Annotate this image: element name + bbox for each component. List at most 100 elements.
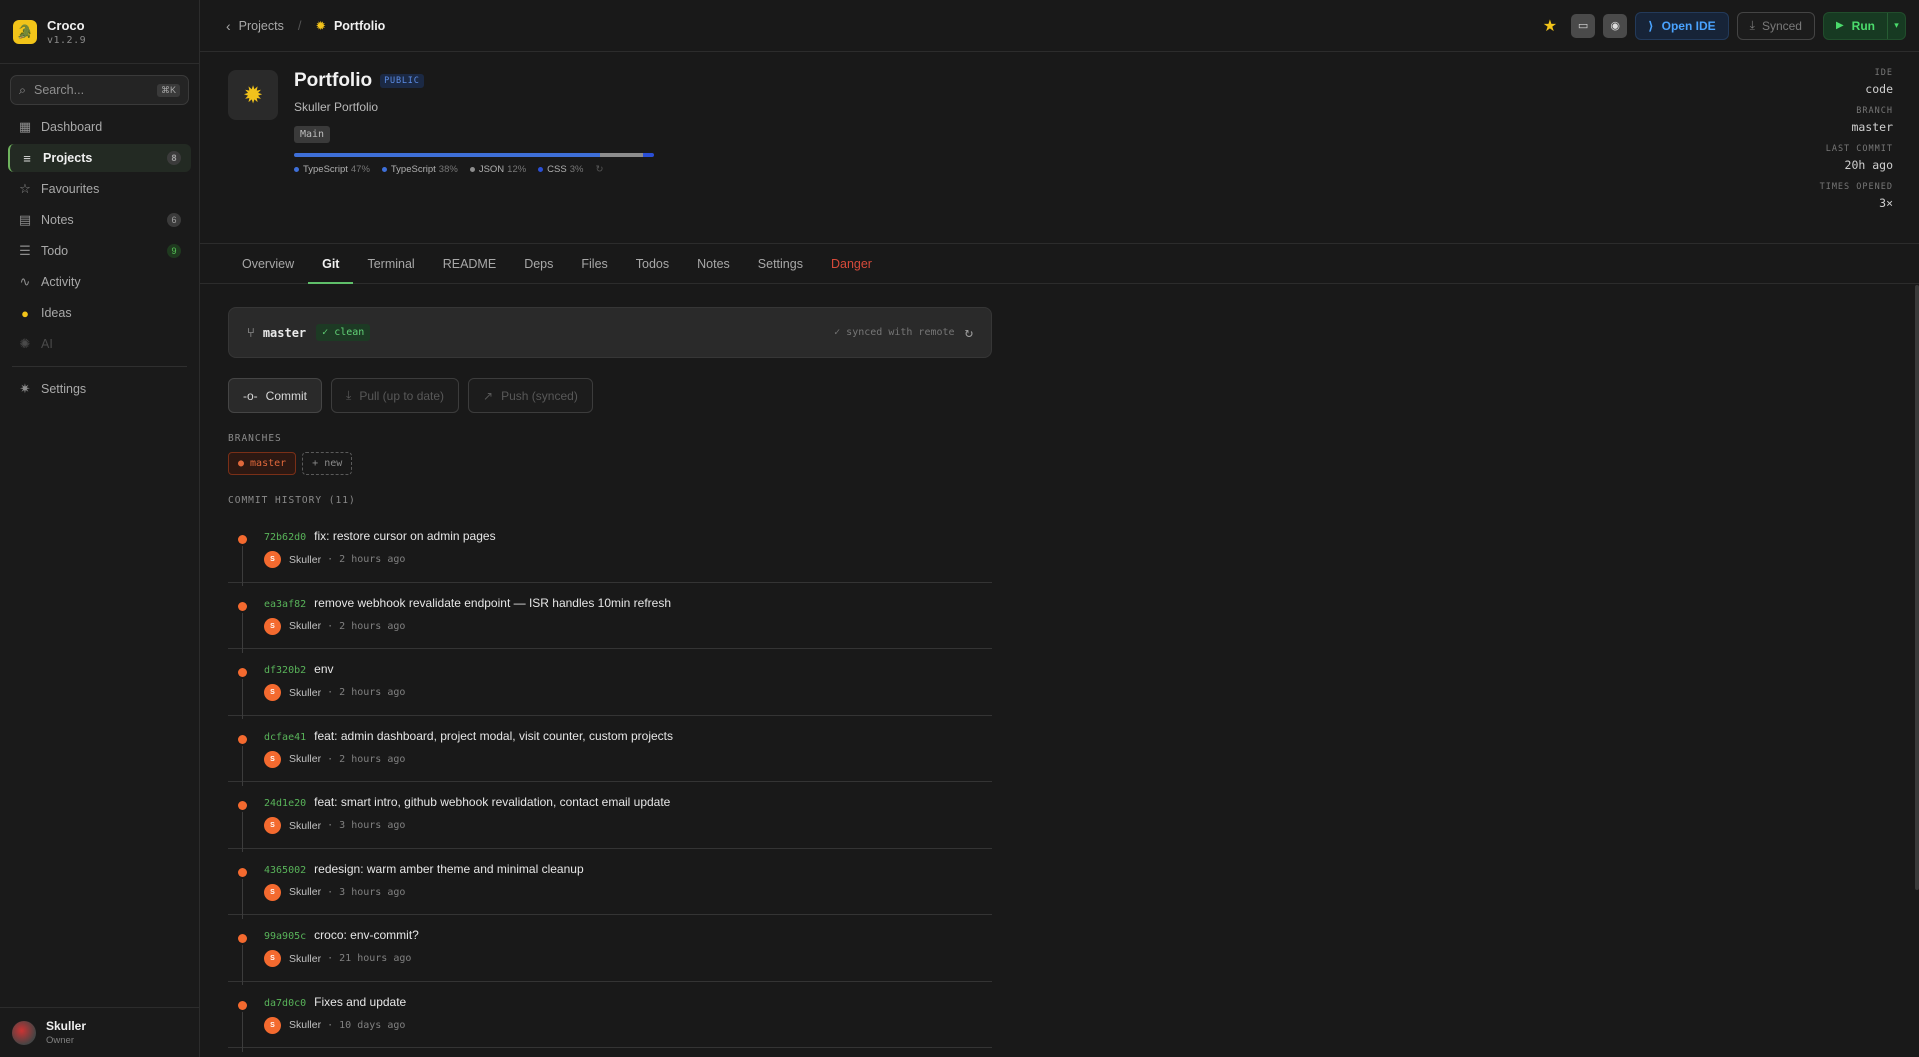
commit-author: Skuller (289, 886, 322, 898)
project-header: ✹ Portfolio PUBLIC Skuller Portfolio Mai… (200, 52, 1919, 244)
tab-todos[interactable]: Todos (622, 244, 683, 283)
push-label: Push (synced) (501, 388, 578, 403)
commit-time: · 2 hours ago (327, 687, 406, 698)
breadcrumb-separator: / (297, 18, 302, 33)
tab-danger[interactable]: Danger (817, 244, 886, 283)
sidebar-item-todo[interactable]: ☰ Todo 9 (8, 237, 191, 265)
commit-node-icon (238, 867, 247, 877)
commit-message: remove webhook revalidate endpoint — ISR… (314, 595, 672, 610)
sidebar-item-label: Activity (41, 275, 81, 289)
meta-last-commit-value: 20h ago (1844, 158, 1893, 172)
sidebar-item-ideas[interactable]: ● Ideas (8, 299, 191, 327)
commit-time: · 2 hours ago (327, 753, 406, 765)
tab-settings[interactable]: Settings (744, 244, 817, 283)
author-avatar: S (264, 1016, 281, 1034)
sync-status-text: ✓ synced with remote (834, 327, 955, 338)
tab-git[interactable]: Git (308, 244, 354, 284)
search-input[interactable]: ⌕ Search... ⌘K (10, 75, 189, 105)
main-panel: ‹ Projects / ✹ Portfolio ★ ▭ ◉ ⟩ Open ID… (200, 0, 1919, 1057)
commit-time: · 3 hours ago (327, 886, 406, 898)
favourite-star-icon[interactable]: ★ (1543, 16, 1557, 36)
commit-node-icon (238, 734, 247, 744)
tab-files[interactable]: Files (567, 244, 621, 283)
commit-time: · 2 hours ago (327, 554, 406, 565)
list-item[interactable]: df320b2 env S Skuller · 2 hours ago (228, 649, 992, 719)
commit-node-icon (238, 801, 247, 810)
commit-hash[interactable]: 99a905c (264, 931, 306, 942)
commit-hash[interactable]: dcfae41 (264, 732, 306, 743)
sidebar-item-label: Settings (41, 382, 87, 396)
git-status-card: ⑂ master ✓ clean ✓ synced with remote ↻ (228, 307, 992, 358)
projects-count-badge: 8 (167, 151, 181, 165)
meta-opened-label: TIMES OPENED (1819, 182, 1893, 192)
commit-node-icon (238, 601, 247, 611)
sidebar-item-notes[interactable]: ▤ Notes 6 (8, 206, 191, 234)
commit-node-icon (238, 668, 247, 677)
commit-history-heading: COMMIT HISTORY (11) (228, 495, 356, 506)
sparkle-icon: ✺ (19, 336, 31, 351)
user-profile[interactable]: Skuller Owner (0, 1007, 199, 1057)
new-branch-button[interactable]: + new (302, 452, 353, 475)
sun-icon: ✹ (315, 19, 326, 33)
breadcrumb-projects: Projects (238, 18, 284, 33)
croco-logo-icon: 🐊 (13, 19, 37, 44)
pull-button[interactable]: ⤓ Pull (up to date) (331, 378, 460, 413)
timeline-line (242, 679, 243, 719)
refresh-languages-icon[interactable]: ↻ (595, 164, 603, 175)
run-button[interactable]: ▶ Run ▾ (1822, 11, 1906, 40)
meta-branch-label: BRANCH (1856, 106, 1893, 116)
timeline-line (242, 546, 243, 586)
branch-chip-master[interactable]: ● master (228, 452, 297, 475)
github-button-icon[interactable]: ◉ (1603, 13, 1628, 38)
project-meta: IDE code BRANCH master LAST COMMIT 20h a… (1820, 68, 1893, 210)
synced-button[interactable]: ⤓ Synced (1736, 11, 1815, 40)
commit-author: Skuller (289, 686, 322, 699)
commit-node-icon (238, 1000, 247, 1010)
language-bar-segment (643, 153, 654, 157)
sidebar-item-projects[interactable]: ≡ Projects 8 (8, 144, 191, 172)
sidebar-item-label: Projects (43, 151, 93, 165)
commit-author: Skuller (289, 952, 322, 965)
commit-hash[interactable]: 72b62d0 (264, 532, 306, 543)
sidebar-item-activity[interactable]: ∿ Activity (8, 268, 191, 296)
commit-hash[interactable]: 4365002 (264, 865, 306, 876)
list-item[interactable]: da7d0c0 Fixes and update S Skuller · 10 days… (228, 982, 992, 1052)
run-dropdown-icon[interactable]: ▾ (1887, 12, 1905, 39)
open-ide-button[interactable]: ⟩ Open IDE (1635, 11, 1729, 40)
commit-hash[interactable]: 24d1e20 (264, 798, 306, 809)
branches-heading: BRANCHES (228, 433, 282, 444)
list-item[interactable]: 4365002 redesign: warm amber theme and mi… (228, 849, 992, 919)
sidebar-item-favourites[interactable]: ☆ Favourites (8, 175, 191, 203)
sidebar-item-label: Favourites (41, 182, 100, 196)
download-icon: ⤓ (346, 388, 352, 402)
meta-ide-value: code (1865, 82, 1893, 96)
sidebar-item-dashboard[interactable]: ▦ Dashboard (8, 113, 191, 141)
commit-node-icon (238, 535, 247, 544)
tab-deps[interactable]: Deps (510, 244, 567, 283)
brand-name: Croco (47, 17, 85, 33)
sidebar-item-ai[interactable]: ✺ AI (8, 330, 191, 358)
tab-overview[interactable]: Overview (228, 244, 308, 283)
commit-hash[interactable]: ea3af82 (264, 599, 306, 610)
commit-hash[interactable]: df320b2 (264, 665, 306, 676)
project-title: Portfolio (294, 70, 373, 91)
brand[interactable]: 🐊 Croco v1.2.9 (0, 0, 199, 64)
folder-button-icon[interactable]: ▭ (1571, 13, 1596, 38)
sidebar-item-settings[interactable]: ✷ Settings (8, 375, 191, 403)
back-to-projects-link[interactable]: ‹ Projects (226, 18, 284, 34)
breadcrumb-current: ✹ Portfolio (315, 18, 385, 34)
list-item[interactable]: 99a905c croco: env-commit? S Skuller · 21 ho… (228, 915, 992, 985)
commit-button[interactable]: -o- Commit (228, 378, 323, 413)
tab-notes[interactable]: Notes (683, 244, 744, 283)
list-item[interactable]: ea3af82 remove webhook revalidate endpoin… (228, 583, 992, 653)
sidebar-item-label: AI (41, 337, 53, 351)
list-item[interactable]: 72b62d0 fix: restore cursor on admin page… (228, 516, 992, 586)
list-item[interactable]: 24d1e20 feat: smart intro, github webhook… (228, 782, 992, 852)
scrollbar[interactable] (1915, 285, 1919, 890)
list-item[interactable]: dcfae41 feat: admin dashboard, project mo… (228, 716, 992, 786)
refresh-icon[interactable]: ↻ (965, 325, 973, 341)
tab-readme[interactable]: README (429, 244, 510, 283)
commit-hash[interactable]: da7d0c0 (264, 998, 306, 1009)
push-button[interactable]: ↗ Push (synced) (468, 378, 593, 413)
tab-terminal[interactable]: Terminal (353, 244, 428, 283)
